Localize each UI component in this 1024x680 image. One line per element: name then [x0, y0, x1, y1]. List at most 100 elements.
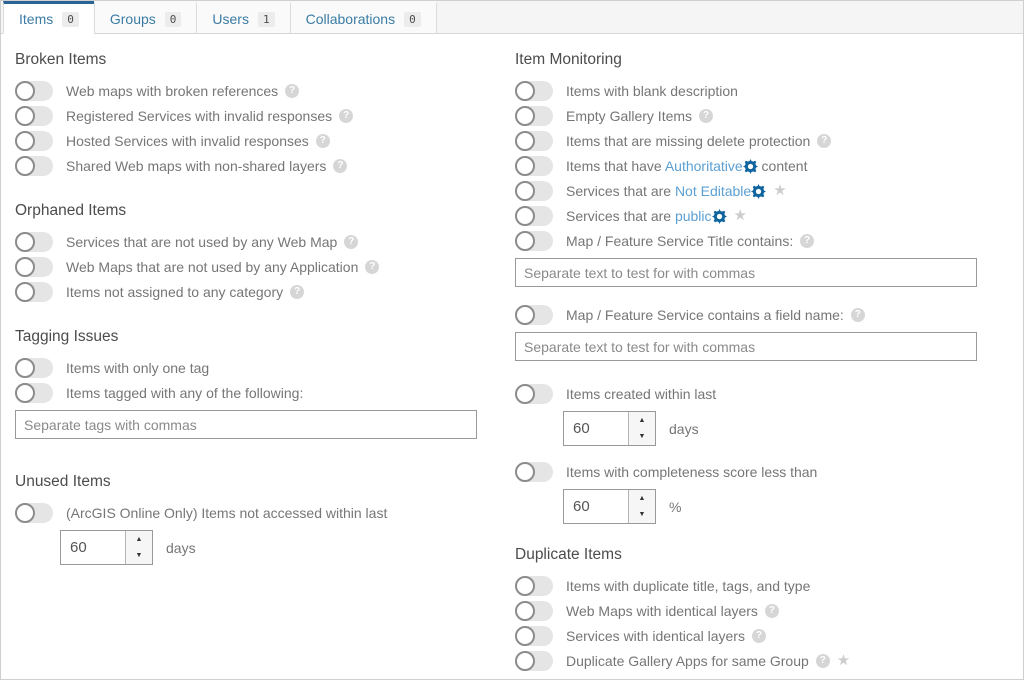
toggle-switch[interactable] — [515, 206, 553, 226]
toggle-switch[interactable] — [515, 156, 553, 176]
right-column: Item Monitoring Items with blank descrip… — [515, 46, 977, 673]
toggle-switch[interactable] — [15, 156, 53, 176]
toggle-switch[interactable] — [15, 503, 53, 523]
toggle-label: Services that are not used by any Web Ma… — [66, 234, 337, 250]
not-editable-link[interactable]: Not Editable — [675, 183, 751, 199]
gear-icon — [712, 209, 727, 224]
star-icon: ★ — [837, 653, 850, 668]
toggle-switch[interactable] — [515, 384, 553, 404]
spinner-buttons: ▲ ▼ — [125, 531, 152, 564]
toggle-switch[interactable] — [15, 131, 53, 151]
toggle-switch[interactable] — [15, 282, 53, 302]
settings-panel: Items 0 Groups 0 Users 1 Collaborations … — [0, 0, 1024, 680]
broken-items-heading: Broken Items — [15, 51, 477, 69]
spinner-buttons: ▲ ▼ — [628, 490, 655, 523]
spin-up-button[interactable]: ▲ — [629, 412, 655, 429]
toggle-label: Hosted Services with invalid responses — [66, 133, 309, 149]
toggle-switch[interactable] — [515, 576, 553, 596]
toggle-row-items-one-tag: Items with only one tag — [15, 355, 477, 380]
toggle-switch[interactable] — [15, 358, 53, 378]
spin-down-button[interactable]: ▼ — [126, 548, 152, 565]
toggle-label: Items created within last — [566, 386, 716, 402]
tab-collaborations-count-badge: 0 — [404, 12, 421, 27]
toggle-label: Services that are public — [566, 208, 727, 224]
authoritative-link[interactable]: Authoritative — [665, 158, 743, 174]
tab-items[interactable]: Items 0 — [3, 1, 95, 34]
toggle-knob — [515, 231, 535, 251]
toggle-switch[interactable] — [15, 383, 53, 403]
spin-down-button[interactable]: ▼ — [629, 429, 655, 446]
toggle-switch[interactable] — [15, 232, 53, 252]
toggle-row-items-not-accessed: (ArcGIS Online Only) Items not accessed … — [15, 500, 477, 525]
completeness-input[interactable] — [564, 490, 628, 523]
toggle-knob — [515, 81, 535, 101]
days-unit-label: days — [166, 540, 196, 556]
toggle-knob — [15, 358, 35, 378]
toggle-switch[interactable] — [515, 106, 553, 126]
toggle-label: Items tagged with any of the following: — [66, 385, 303, 401]
help-icon[interactable] — [344, 235, 358, 249]
tab-groups[interactable]: Groups 0 — [94, 1, 198, 34]
toggle-row-services-identical-layers: Services with identical layers — [515, 623, 977, 648]
help-icon[interactable] — [339, 109, 353, 123]
help-icon[interactable] — [851, 308, 865, 322]
tab-bar: Items 0 Groups 0 Users 1 Collaborations … — [1, 1, 1023, 34]
items-tab-panel: Broken Items Web maps with broken refere… — [1, 34, 1023, 673]
days-input[interactable] — [61, 531, 125, 564]
created-days-unit-label: days — [669, 421, 699, 437]
completeness-control: ▲ ▼ % — [563, 489, 977, 524]
help-icon[interactable] — [800, 234, 814, 248]
toggle-switch[interactable] — [515, 181, 553, 201]
help-icon[interactable] — [285, 84, 299, 98]
spin-up-button[interactable]: ▲ — [629, 490, 655, 507]
toggle-label: Empty Gallery Items — [566, 108, 692, 124]
toggle-row-empty-gallery: Empty Gallery Items — [515, 103, 977, 128]
toggle-switch[interactable] — [15, 106, 53, 126]
help-icon[interactable] — [765, 604, 779, 618]
help-icon[interactable] — [365, 260, 379, 274]
spin-down-button[interactable]: ▼ — [629, 507, 655, 524]
help-icon[interactable] — [817, 134, 831, 148]
toggle-switch[interactable] — [515, 651, 553, 671]
public-link[interactable]: public — [675, 208, 712, 224]
percent-spinner: ▲ ▼ — [563, 489, 656, 524]
help-icon[interactable] — [699, 109, 713, 123]
tab-collaborations-label: Collaborations — [306, 11, 396, 27]
toggle-row-registered-services-invalid: Registered Services with invalid respons… — [15, 103, 477, 128]
toggle-switch[interactable] — [515, 626, 553, 646]
label-prefix: Services that are — [566, 183, 675, 199]
duplicate-items-heading: Duplicate Items — [515, 546, 977, 564]
help-icon[interactable] — [752, 629, 766, 643]
help-icon[interactable] — [290, 285, 304, 299]
toggle-knob — [15, 383, 35, 403]
field-name-input[interactable] — [515, 332, 977, 361]
toggle-switch[interactable] — [515, 131, 553, 151]
title-contains-input[interactable] — [515, 258, 977, 287]
toggle-label: Web Maps with identical layers — [566, 603, 758, 619]
help-icon[interactable] — [333, 159, 347, 173]
toggle-knob — [15, 232, 35, 252]
toggle-knob — [515, 651, 535, 671]
toggle-label: Registered Services with invalid respons… — [66, 108, 332, 124]
tab-users[interactable]: Users 1 — [196, 1, 290, 34]
toggle-knob — [515, 181, 535, 201]
spin-up-button[interactable]: ▲ — [126, 531, 152, 548]
created-days-input[interactable] — [564, 412, 628, 445]
tab-groups-count-badge: 0 — [165, 12, 182, 27]
toggle-switch[interactable] — [15, 81, 53, 101]
toggle-switch[interactable] — [515, 305, 553, 325]
toggle-switch[interactable] — [15, 257, 53, 277]
tab-collaborations[interactable]: Collaborations 0 — [290, 1, 437, 34]
toggle-knob — [15, 257, 35, 277]
toggle-switch[interactable] — [515, 81, 553, 101]
toggle-switch[interactable] — [515, 601, 553, 621]
toggle-switch[interactable] — [515, 462, 553, 482]
help-icon[interactable] — [816, 654, 830, 668]
help-icon[interactable] — [316, 134, 330, 148]
toggle-switch[interactable] — [515, 231, 553, 251]
toggle-knob — [15, 81, 35, 101]
toggle-row-public-services: Services that are public ★ — [515, 203, 977, 228]
toggle-knob — [515, 576, 535, 596]
toggle-label: Map / Feature Service Title contains: — [566, 233, 793, 249]
tags-input[interactable] — [15, 410, 477, 439]
